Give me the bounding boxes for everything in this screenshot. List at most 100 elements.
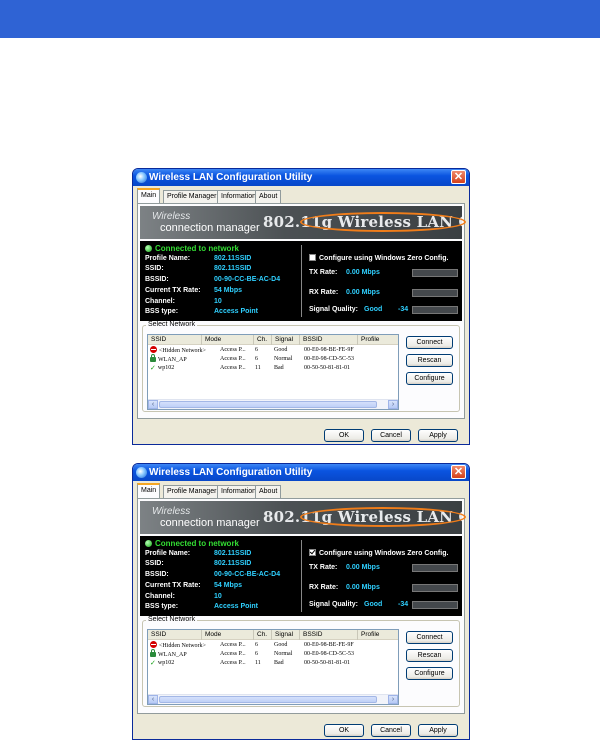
scroll-thumb[interactable]: [159, 696, 377, 703]
ok-button[interactable]: OK: [324, 724, 364, 737]
column-ssid[interactable]: SSID: [148, 630, 202, 640]
scroll-thumb[interactable]: [159, 401, 377, 408]
rescan-button[interactable]: Rescan: [406, 649, 453, 662]
ok-button[interactable]: OK: [324, 429, 364, 442]
channel-value: 10: [214, 298, 222, 305]
channel-value: 10: [214, 593, 222, 600]
tab-strip: Main Profile Manager Information About: [133, 481, 469, 498]
cancel-button[interactable]: Cancel: [371, 429, 411, 442]
horizontal-scrollbar[interactable]: ‹ ›: [148, 694, 398, 704]
zero-config-option[interactable]: Configure using Windows Zero Config.: [309, 549, 448, 557]
network-channel: 11: [255, 660, 261, 666]
stop-icon: [150, 346, 157, 353]
scroll-left-button[interactable]: ‹: [148, 400, 158, 409]
network-row[interactable]: ✓ wp102 Access P... 11 Bad 00-50-50-81-81…: [148, 364, 398, 373]
bss-type-label: BSS type:: [145, 603, 179, 610]
tab-main[interactable]: Main: [137, 188, 161, 203]
zero-config-checkbox[interactable]: [309, 549, 316, 556]
column-bssid[interactable]: BSSID: [300, 630, 358, 640]
rx-label: RX Rate:: [309, 584, 339, 591]
network-row[interactable]: WLAN_AP Access P... 6 Normal 00-E0-98-CD…: [148, 649, 398, 659]
network-signal: Good: [274, 642, 288, 648]
connect-button[interactable]: Connect: [406, 336, 453, 349]
status-panel: Connected to network Profile Name: 802.11…: [140, 241, 462, 321]
close-button[interactable]: ✕: [451, 465, 466, 479]
network-mode: Access P...: [220, 356, 246, 362]
select-network-group: Select Network SSID Mode Ch. Signal BSSI…: [142, 321, 460, 412]
network-mode: Access P...: [220, 347, 246, 353]
column-profile[interactable]: Profile: [358, 335, 398, 345]
tab-about[interactable]: About: [255, 190, 282, 203]
check-icon: ✓: [150, 659, 156, 667]
tab-profile-manager[interactable]: Profile Manager: [163, 190, 221, 203]
signal-meter: [412, 601, 458, 609]
network-row[interactable]: WLAN_AP Access P... 6 Normal 00-E0-98-CD…: [148, 354, 398, 364]
rescan-button[interactable]: Rescan: [406, 354, 453, 367]
network-list-header: SSID Mode Ch. Signal BSSID Profile: [148, 335, 398, 345]
scroll-right-button[interactable]: ›: [388, 695, 398, 704]
column-channel[interactable]: Ch.: [254, 335, 272, 345]
network-row[interactable]: <Hidden Network> Access P... 6 Good 00-E…: [148, 641, 398, 650]
network-mode: Access P...: [220, 642, 246, 648]
column-ssid[interactable]: SSID: [148, 335, 202, 345]
banner-connection-manager-text: connection manager: [160, 222, 260, 234]
zero-config-option[interactable]: Configure using Windows Zero Config.: [309, 254, 448, 262]
column-mode[interactable]: Mode: [202, 630, 254, 640]
network-row[interactable]: <Hidden Network> Access P... 6 Good 00-E…: [148, 346, 398, 355]
tab-information[interactable]: Information: [217, 485, 261, 498]
signal-dbm-value: -34: [398, 306, 409, 313]
profile-name-value: 802.11SSID: [214, 550, 252, 557]
configure-button[interactable]: Configure: [406, 667, 453, 680]
tx-label: TX Rate:: [309, 269, 338, 276]
network-channel: 6: [255, 347, 258, 353]
scroll-left-button[interactable]: ‹: [148, 695, 158, 704]
network-list[interactable]: SSID Mode Ch. Signal BSSID Profile <Hidd…: [147, 629, 399, 705]
network-mode: Access P...: [220, 660, 246, 666]
tab-main[interactable]: Main: [137, 483, 161, 498]
tx-rate-label: Current TX Rate:: [145, 582, 201, 589]
banner-wireless-text: Wireless: [152, 211, 191, 222]
tab-profile-manager[interactable]: Profile Manager: [163, 485, 221, 498]
rx-meter: [412, 584, 458, 592]
column-mode[interactable]: Mode: [202, 335, 254, 345]
tab-information[interactable]: Information: [217, 190, 261, 203]
tx-rate-label: Current TX Rate:: [145, 287, 201, 294]
network-bssid: 00-E0-98-BE-FE-9F: [304, 347, 354, 353]
rx-value: 0.00 Mbps: [346, 584, 380, 591]
column-signal[interactable]: Signal: [272, 630, 300, 640]
top-banner-bar: [0, 0, 600, 38]
scroll-right-button[interactable]: ›: [388, 400, 398, 409]
tx-value: 0.00 Mbps: [346, 564, 380, 571]
title-bar[interactable]: Wireless LAN Configuration Utility ✕: [133, 169, 469, 186]
cancel-button[interactable]: Cancel: [371, 724, 411, 737]
column-bssid[interactable]: BSSID: [300, 335, 358, 345]
column-signal[interactable]: Signal: [272, 335, 300, 345]
window-title: Wireless LAN Configuration Utility: [149, 467, 313, 478]
zero-config-checkbox[interactable]: [309, 254, 316, 261]
network-bssid: 00-E0-98-BE-FE-9F: [304, 642, 354, 648]
signal-quality-label: Signal Quality:: [309, 601, 359, 608]
network-signal: Normal: [274, 651, 293, 657]
network-ssid: WLAN_AP: [158, 652, 187, 658]
apply-button[interactable]: Apply: [418, 429, 458, 442]
app-icon: [136, 467, 147, 478]
app-icon: [136, 172, 147, 183]
apply-button[interactable]: Apply: [418, 724, 458, 737]
title-bar[interactable]: Wireless LAN Configuration Utility ✕: [133, 464, 469, 481]
bssid-value: 00-90-CC-BE-AC-D4: [214, 276, 281, 283]
column-profile[interactable]: Profile: [358, 630, 398, 640]
horizontal-scrollbar[interactable]: ‹ ›: [148, 399, 398, 409]
configure-button[interactable]: Configure: [406, 372, 453, 385]
main-panel: Wireless connection manager 802.11g Wire…: [137, 203, 466, 419]
rx-label: RX Rate:: [309, 289, 339, 296]
tab-strip: Main Profile Manager Information About: [133, 186, 469, 203]
main-panel: Wireless connection manager 802.11g Wire…: [137, 498, 466, 714]
network-ssid: WLAN_AP: [158, 357, 187, 363]
column-channel[interactable]: Ch.: [254, 630, 272, 640]
connect-button[interactable]: Connect: [406, 631, 453, 644]
tab-about[interactable]: About: [255, 485, 282, 498]
network-list[interactable]: SSID Mode Ch. Signal BSSID Profile <Hidd…: [147, 334, 399, 410]
network-bssid: 00-E0-98-CD-5C-53: [304, 651, 354, 657]
network-row[interactable]: ✓ wp102 Access P... 11 Bad 00-50-50-81-81…: [148, 659, 398, 668]
close-button[interactable]: ✕: [451, 170, 466, 184]
